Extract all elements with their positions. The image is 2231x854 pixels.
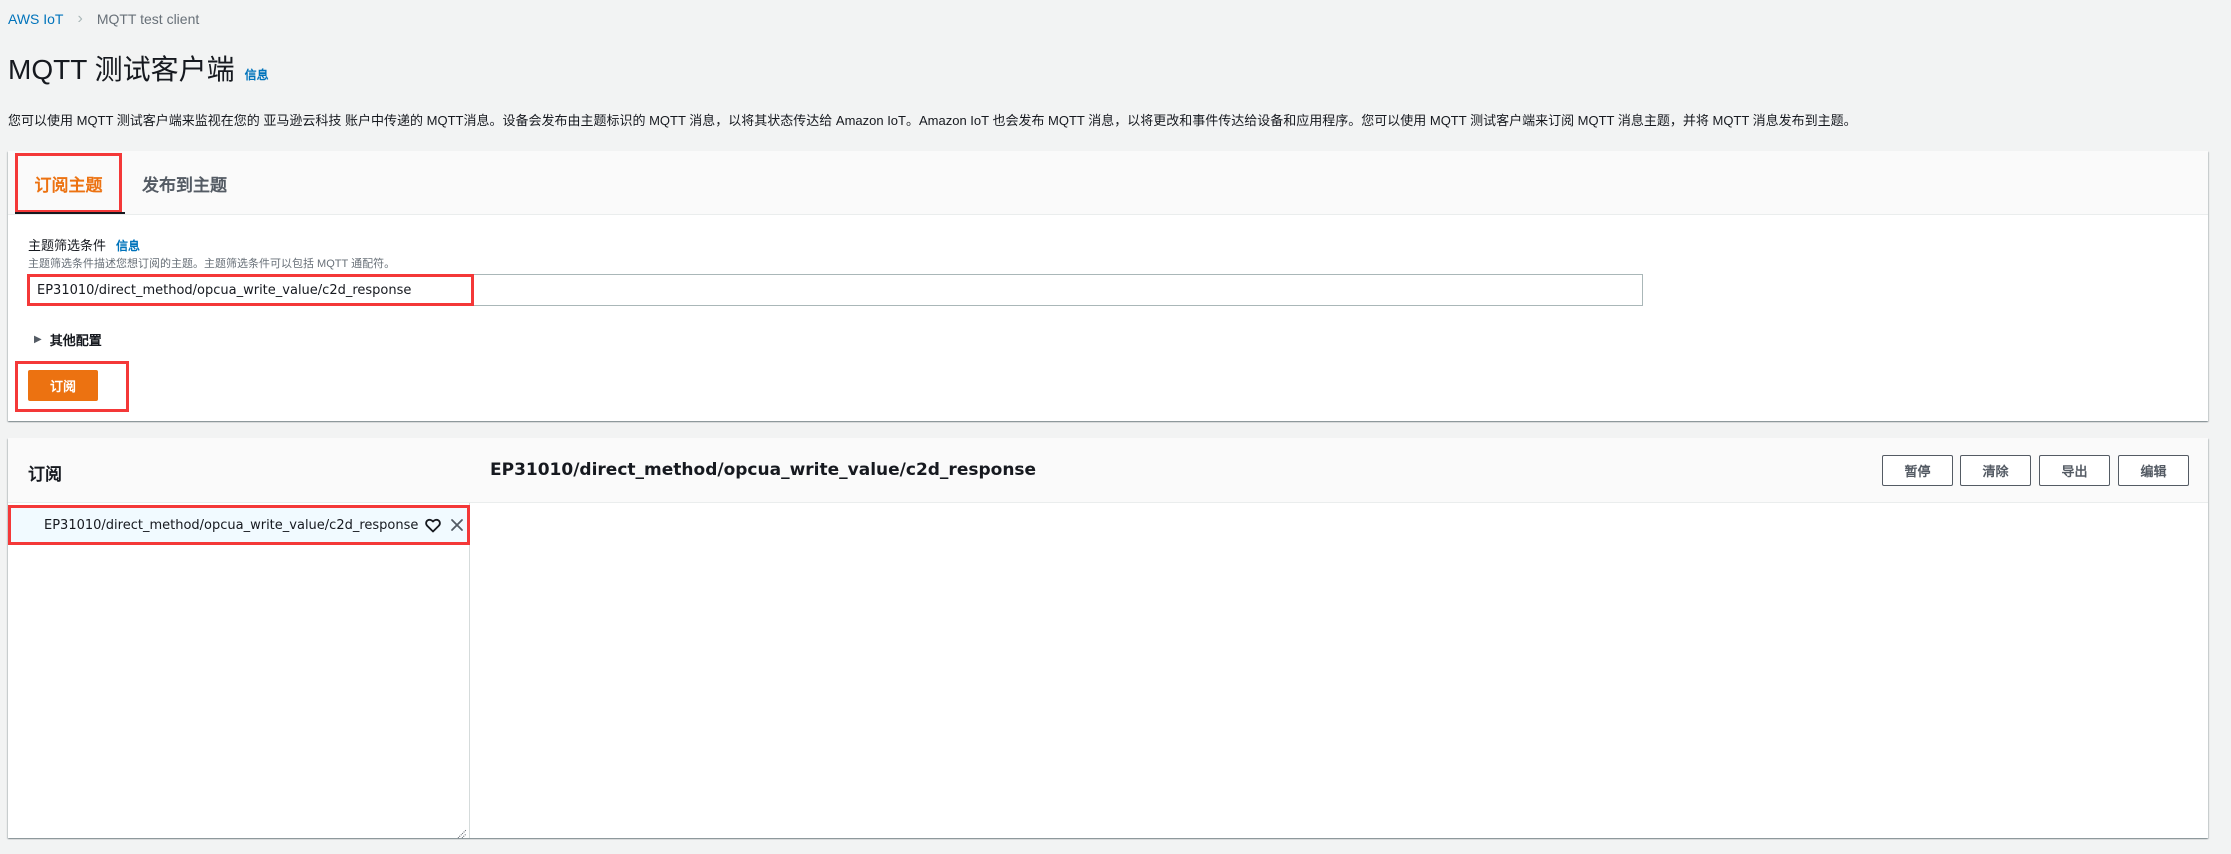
other-config-toggle[interactable]: ▶ 其他配置: [34, 330, 102, 349]
title-row: MQTT 测试客户端 信息: [8, 48, 269, 88]
clear-button[interactable]: 清除: [1960, 455, 2031, 486]
pause-button[interactable]: 暂停: [1882, 455, 1953, 486]
topic-filter-label-row: 主题筛选条件 信息: [28, 235, 140, 254]
topic-filter-hint: 主题筛选条件描述您想订阅的主题。主题筛选条件可以包括 MQTT 通配符。: [28, 258, 396, 270]
tab-subscribe-topic-label: 订阅主题: [34, 175, 103, 195]
subscription-topic: EP31010/direct_method/opcua_write_value/…: [44, 517, 419, 533]
page-description: 您可以使用 MQTT 测试客户端来监视在您的 亚马逊云科技 账户中传递的 MQT…: [8, 113, 1857, 128]
breadcrumb-mqtt-test-client: MQTT test client: [96, 11, 200, 27]
caret-right-icon: ▶: [34, 334, 42, 345]
subscribe-button[interactable]: 订阅: [28, 370, 98, 401]
topic-filter-field: [27, 274, 1643, 306]
tab-publish-topic-label: 发布到主题: [142, 175, 227, 195]
title-info-link[interactable]: 信息: [245, 66, 269, 83]
tab-bar: 订阅主题 发布到主题: [8, 151, 2208, 215]
subscriptions-list: EP31010/direct_method/opcua_write_value/…: [8, 503, 470, 839]
page-title: MQTT 测试客户端: [8, 54, 235, 85]
tab-publish-topic[interactable]: 发布到主题: [142, 151, 227, 215]
subscriptions-header: 订阅 EP31010/direct_method/opcua_write_val…: [8, 438, 2208, 503]
breadcrumb: AWS IoT › MQTT test client: [8, 10, 199, 28]
other-config-label: 其他配置: [49, 333, 102, 348]
edit-button[interactable]: 编辑: [2118, 455, 2189, 486]
subscribe-panel: 订阅主题 发布到主题 主题筛选条件 信息 主题筛选条件描述您想订阅的主题。主题筛…: [8, 151, 2208, 421]
chevron-right-icon: ›: [77, 10, 83, 27]
topic-filter-info-link[interactable]: 信息: [116, 237, 140, 254]
subscriptions-heading: 订阅: [28, 465, 62, 484]
topic-filter-label: 主题筛选条件: [28, 238, 107, 253]
breadcrumb-aws-iot[interactable]: AWS IoT: [8, 11, 64, 27]
selected-topic-heading: EP31010/direct_method/opcua_write_value/…: [490, 460, 1037, 480]
export-button[interactable]: 导出: [2039, 455, 2110, 486]
topic-filter-input[interactable]: [28, 275, 1642, 305]
message-area: [471, 503, 2208, 838]
heart-icon[interactable]: [424, 516, 442, 534]
tab-subscribe-topic[interactable]: 订阅主题: [15, 153, 125, 214]
resize-handle-icon[interactable]: [457, 826, 467, 839]
subscriptions-panel: 订阅 EP31010/direct_method/opcua_write_val…: [8, 438, 2208, 839]
subscription-item[interactable]: EP31010/direct_method/opcua_write_value/…: [8, 505, 470, 545]
close-icon[interactable]: [448, 516, 466, 534]
